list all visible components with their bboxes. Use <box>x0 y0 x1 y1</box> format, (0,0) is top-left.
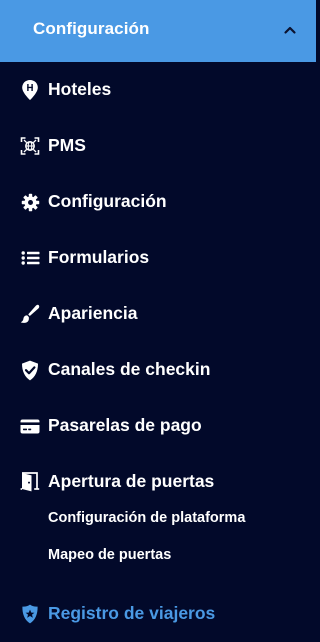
sidebar-item-pasarelas-de-pago[interactable]: Pasarelas de pago <box>0 406 316 446</box>
sidebar-item-registro-de-viajeros[interactable]: Registro de viajeros <box>0 594 316 634</box>
section-header-configuracion[interactable]: Configuración <box>0 0 316 62</box>
sidebar-item-pms[interactable]: PMS <box>0 126 316 166</box>
sidebar-item-label: Hoteles <box>48 79 112 99</box>
sidebar-item-hoteles[interactable]: Hoteles <box>0 70 316 110</box>
sidebar-item-configuracion[interactable]: Configuración <box>0 182 316 222</box>
subitem-mapeo-de-puertas[interactable]: Mapeo de puertas <box>48 547 171 571</box>
sidebar-item-label: Apertura de puertas <box>48 471 215 491</box>
sidebar-item-label: Canales de checkin <box>48 359 211 379</box>
hotel-pin-icon <box>20 80 40 100</box>
sidebar-item-label: Configuración <box>48 191 167 211</box>
section-title: Configuración <box>33 19 150 38</box>
sidebar-item-apariencia[interactable]: Apariencia <box>0 294 316 334</box>
sidebar-item-label: Apariencia <box>48 303 138 323</box>
sidebar-item-canales-de-checkin[interactable]: Canales de checkin <box>0 350 316 390</box>
credit-card-icon <box>20 416 40 436</box>
sidebar-item-label: Formularios <box>48 247 150 267</box>
paintbrush-icon <box>20 304 40 324</box>
list-icon <box>20 248 40 268</box>
gear-icon <box>20 192 40 212</box>
sidebar-item-label: Pasarelas de pago <box>48 415 202 435</box>
shield-check-icon <box>20 360 40 380</box>
sidebar-item-formularios[interactable]: Formularios <box>0 238 316 278</box>
subitem-configuracion-de-plataforma[interactable]: Configuración de plataforma <box>48 510 245 534</box>
door-open-icon <box>20 472 40 492</box>
sidebar-item-label: Registro de viajeros <box>48 603 216 623</box>
network-globe-icon <box>20 136 40 156</box>
police-badge-icon <box>20 604 40 624</box>
sidebar-item-label: PMS <box>48 135 86 155</box>
sidebar-item-apertura-de-puertas[interactable]: Apertura de puertas <box>0 462 316 502</box>
chevron-up-icon[interactable] <box>282 22 298 38</box>
